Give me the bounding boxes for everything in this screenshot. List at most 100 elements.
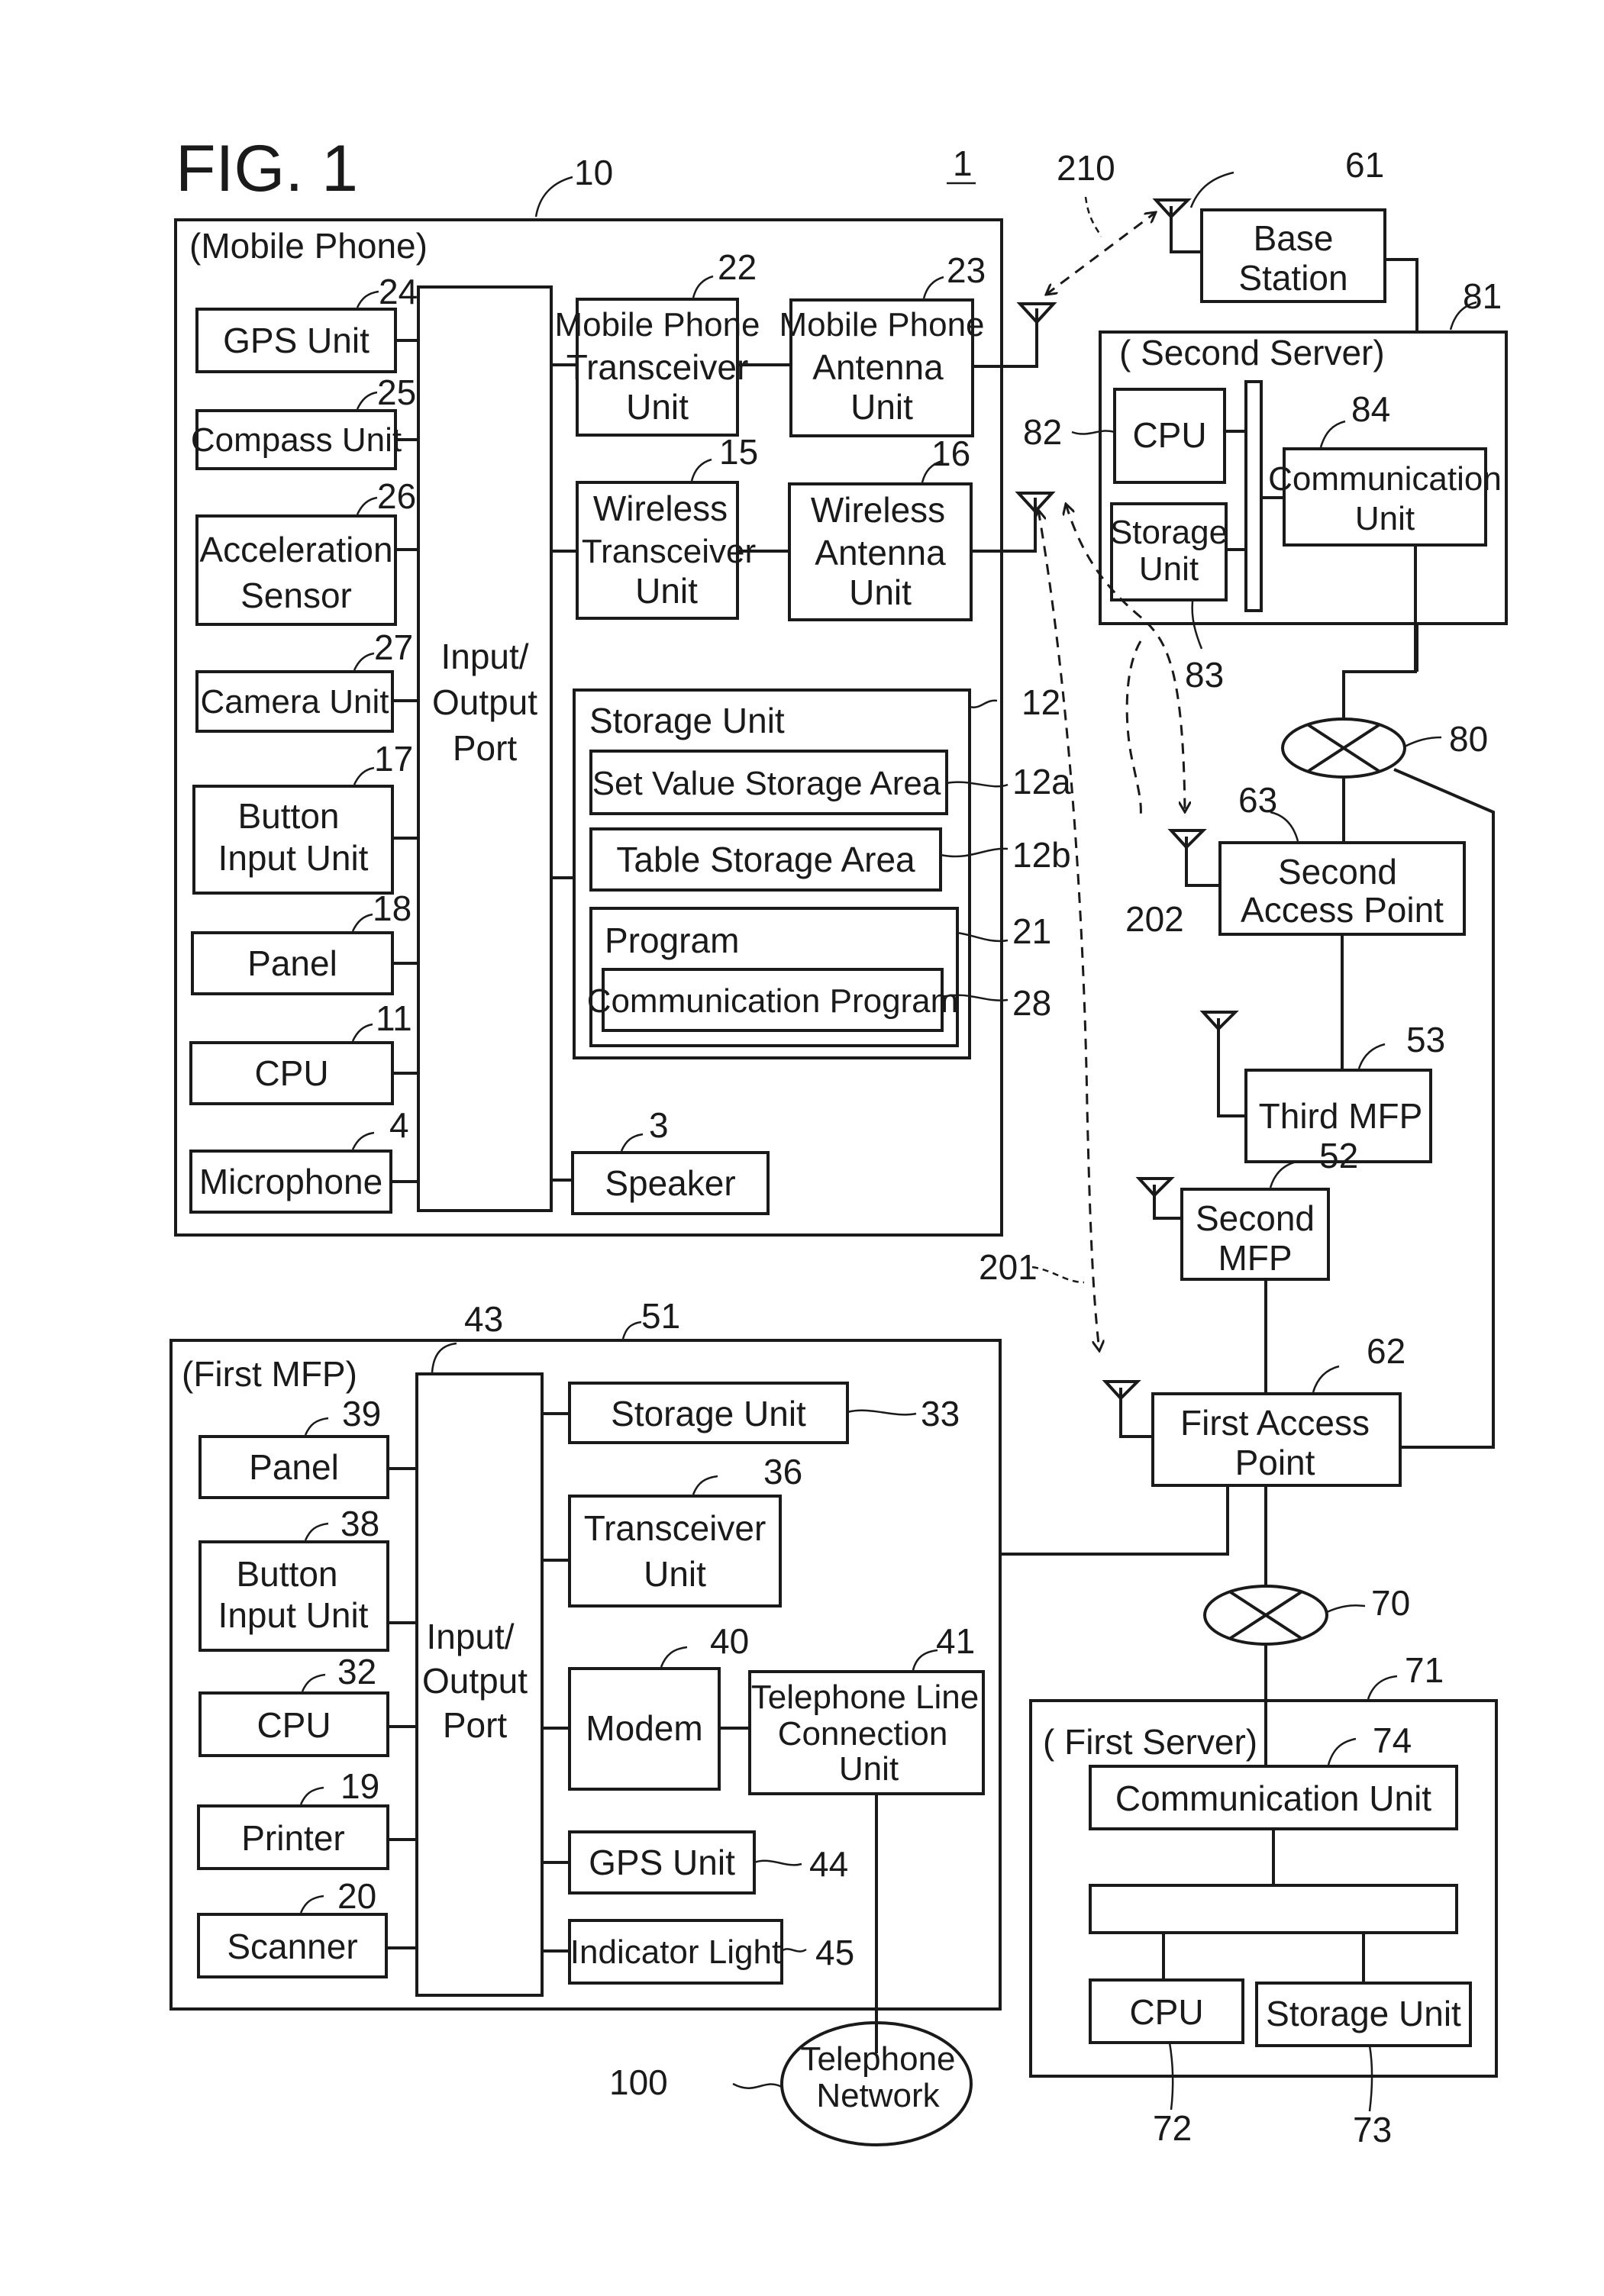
link-210: 210 [1046, 148, 1156, 295]
svg-text:Set Value Storage Area: Set Value Storage Area [592, 765, 941, 802]
svg-text:(First MFP): (First MFP) [182, 1354, 357, 1394]
svg-text:27: 27 [374, 627, 413, 667]
svg-text:26: 26 [377, 476, 416, 516]
svg-text:Button: Button [237, 1554, 338, 1594]
first-server-bus [1089, 1884, 1458, 1934]
svg-text:202: 202 [1125, 899, 1184, 939]
svg-text:Program: Program [605, 921, 739, 960]
svg-text:72: 72 [1153, 2108, 1192, 2148]
svg-text:25: 25 [377, 372, 416, 412]
svg-text:24: 24 [379, 272, 418, 311]
svg-text:Microphone: Microphone [199, 1162, 382, 1201]
svg-text:Port: Port [453, 728, 518, 768]
svg-text:28: 28 [1012, 983, 1051, 1023]
first-ap-antenna-icon [1102, 1380, 1153, 1438]
svg-text:38: 38 [340, 1504, 379, 1543]
second-ap-antenna-icon [1167, 829, 1220, 887]
svg-text:Access Point: Access Point [1241, 890, 1444, 930]
svg-text:Communication Unit: Communication Unit [1115, 1778, 1431, 1818]
svg-text:Transceiver: Transceiver [582, 533, 756, 570]
svg-text:15: 15 [719, 432, 758, 472]
svg-text:21: 21 [1012, 911, 1051, 951]
third-mfp-antenna-icon [1199, 1011, 1246, 1117]
svg-text:201: 201 [979, 1247, 1038, 1287]
svg-text:44: 44 [809, 1844, 848, 1884]
svg-text:52: 52 [1319, 1136, 1358, 1175]
svg-text:84: 84 [1351, 389, 1390, 429]
svg-text:20: 20 [337, 1876, 376, 1916]
svg-text:Unit: Unit [1139, 550, 1199, 588]
svg-text:Button: Button [238, 796, 340, 836]
svg-text:Storage Unit: Storage Unit [1266, 1994, 1461, 2033]
svg-text:Port: Port [443, 1705, 508, 1745]
svg-text:16: 16 [931, 434, 970, 473]
svg-text:Wireless: Wireless [811, 490, 945, 530]
svg-text:36: 36 [763, 1452, 802, 1491]
svg-text:MFP: MFP [1218, 1238, 1292, 1278]
svg-text:12a: 12a [1012, 762, 1071, 801]
svg-text:80: 80 [1449, 719, 1488, 759]
svg-text:Unit: Unit [849, 572, 912, 612]
svg-text:Mobile Phone: Mobile Phone [554, 306, 760, 343]
base-station-antenna-icon [1152, 198, 1202, 253]
svg-text:Output: Output [422, 1661, 528, 1701]
base-station: Base Station 61 [1189, 145, 1386, 303]
svg-text:Antenna: Antenna [815, 533, 946, 572]
svg-text:Telephone: Telephone [800, 2040, 955, 2078]
svg-text:22: 22 [718, 247, 757, 287]
svg-text:63: 63 [1238, 780, 1277, 820]
svg-text:53: 53 [1406, 1020, 1445, 1059]
svg-text:Compass Unit: Compass Unit [191, 421, 402, 459]
svg-text:Unit: Unit [839, 1750, 899, 1788]
svg-text:81: 81 [1463, 276, 1502, 316]
svg-text:GPS Unit: GPS Unit [223, 321, 370, 360]
svg-text:Input/: Input/ [441, 637, 528, 676]
svg-text:18: 18 [373, 888, 411, 928]
svg-text:CPU: CPU [254, 1053, 328, 1093]
svg-text:19: 19 [340, 1766, 379, 1806]
svg-text:Unit: Unit [626, 387, 689, 427]
svg-text:73: 73 [1353, 2110, 1392, 2149]
figure-title: FIG. 1 [176, 132, 358, 205]
svg-text:82: 82 [1023, 412, 1062, 452]
svg-text:83: 83 [1185, 655, 1224, 695]
network-80: 80 [1281, 718, 1488, 779]
second-server-cpu: CPU 82 [1023, 388, 1246, 484]
system-ref: 1 [947, 144, 976, 185]
svg-text:Modem: Modem [586, 1708, 702, 1748]
svg-text:Input Unit: Input Unit [218, 838, 369, 878]
first-access-point: First Access Point 62 [1151, 1331, 1406, 1487]
svg-text:Second: Second [1278, 852, 1397, 892]
svg-text:Point: Point [1235, 1443, 1315, 1482]
svg-text:Input Unit: Input Unit [218, 1595, 369, 1635]
svg-text:39: 39 [342, 1394, 381, 1433]
svg-text:Unit: Unit [1355, 500, 1415, 537]
svg-text:Storage Unit: Storage Unit [589, 701, 785, 740]
svg-text:Transceiver: Transceiver [566, 347, 749, 387]
svg-text:33: 33 [921, 1394, 960, 1433]
mobile-phone-title: (Mobile Phone) [189, 226, 428, 266]
svg-text:23: 23 [947, 250, 986, 290]
svg-text:32: 32 [337, 1652, 376, 1691]
svg-text:43: 43 [464, 1299, 503, 1339]
second-mfp-antenna-icon [1135, 1177, 1182, 1220]
fig1-diagram: FIG. 1 1 (Mobile Phone) 10 Input/ Output… [169, 132, 1508, 2149]
svg-text:Output: Output [432, 682, 537, 722]
mobile-phone-block: (Mobile Phone) 10 Input/ Output Port GPS… [174, 153, 1071, 1237]
svg-text:CPU: CPU [1132, 415, 1206, 455]
svg-text:Camera Unit: Camera Unit [201, 683, 389, 721]
svg-text:74: 74 [1373, 1720, 1412, 1760]
svg-text:1: 1 [953, 144, 973, 183]
svg-text:Unit: Unit [644, 1554, 706, 1594]
svg-text:First Access: First Access [1180, 1403, 1370, 1443]
svg-text:CPU: CPU [1129, 1992, 1203, 2032]
svg-text:210: 210 [1057, 148, 1115, 188]
second-server-bus [1244, 380, 1263, 612]
svg-text:( First Server): ( First Server) [1043, 1722, 1257, 1762]
svg-text:Communication Program: Communication Program [587, 982, 959, 1020]
svg-text:71: 71 [1405, 1650, 1444, 1690]
svg-text:Indicator Light: Indicator Light [570, 1933, 781, 1971]
svg-text:Scanner: Scanner [227, 1927, 357, 1966]
svg-text:Printer: Printer [241, 1818, 344, 1858]
svg-text:Acceleration: Acceleration [199, 530, 392, 569]
